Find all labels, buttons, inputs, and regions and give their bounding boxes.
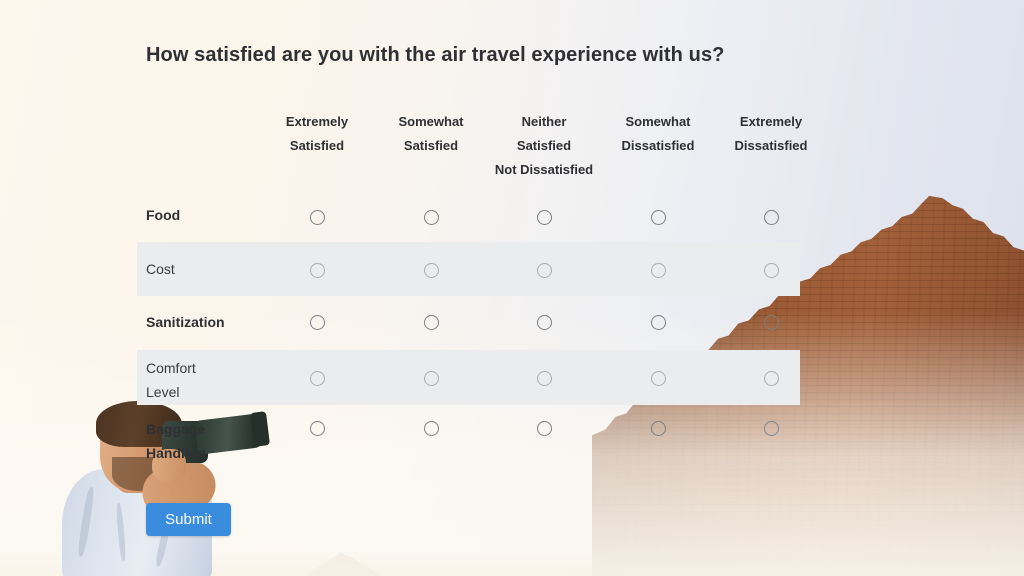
row-label-line: Level: [146, 384, 180, 400]
radio-cost-extremely-satisfied[interactable]: [310, 263, 325, 278]
radio-baggage-handling-somewhat-satisfied[interactable]: [424, 421, 439, 436]
column-header-line: Somewhat: [398, 114, 464, 129]
radio-food-neither[interactable]: [537, 210, 552, 225]
radio-cost-somewhat-dissatisfied[interactable]: [651, 263, 666, 278]
column-header-line: Somewhat: [625, 114, 691, 129]
radio-comfort-level-neither[interactable]: [537, 371, 552, 386]
row-label-food: Food: [146, 203, 296, 227]
column-header-line: Extremely: [285, 114, 349, 129]
column-header-line: Satisfied: [516, 138, 572, 153]
row-label-cost: Cost: [146, 257, 296, 281]
radio-food-somewhat-satisfied[interactable]: [424, 210, 439, 225]
table-row: Baggage Handling: [137, 405, 800, 467]
column-header-line: Dissatisfied: [621, 138, 695, 153]
radio-sanitization-extremely-satisfied[interactable]: [310, 315, 325, 330]
table-row: Cost: [137, 242, 800, 296]
column-header-line: Not Dissatisfied: [494, 162, 594, 177]
row-label-comfort-level: Comfort Level: [146, 356, 296, 404]
radio-baggage-handling-extremely-dissatisfied[interactable]: [764, 421, 779, 436]
radio-cost-extremely-dissatisfied[interactable]: [764, 263, 779, 278]
table-row: Sanitization: [137, 296, 800, 350]
row-label-baggage-handling: Baggage Handling: [146, 417, 296, 465]
column-header-somewhat-satisfied: Somewhat Satisfied: [369, 110, 493, 158]
column-header-somewhat-dissatisfied: Somewhat Dissatisfied: [596, 110, 720, 158]
column-header-extremely-satisfied: Extremely Satisfied: [255, 110, 379, 158]
row-label-line: Baggage: [146, 421, 206, 437]
radio-comfort-level-somewhat-satisfied[interactable]: [424, 371, 439, 386]
radio-comfort-level-somewhat-dissatisfied[interactable]: [651, 371, 666, 386]
row-label-sanitization: Sanitization: [146, 310, 296, 334]
radio-food-extremely-satisfied[interactable]: [310, 210, 325, 225]
radio-baggage-handling-somewhat-dissatisfied[interactable]: [651, 421, 666, 436]
radio-sanitization-extremely-dissatisfied[interactable]: [764, 315, 779, 330]
radio-sanitization-somewhat-dissatisfied[interactable]: [651, 315, 666, 330]
column-header-line: Neither: [521, 114, 567, 129]
column-header-line: Satisfied: [289, 138, 345, 153]
page-title: How satisfied are you with the air trave…: [146, 44, 725, 66]
submit-button[interactable]: Submit: [146, 503, 231, 536]
survey-form: How satisfied are you with the air trave…: [0, 0, 1024, 576]
row-label-line: Sanitization: [146, 314, 225, 330]
row-label-line: Comfort: [146, 360, 196, 376]
column-header-neither: Neither Satisfied Not Dissatisfied: [482, 110, 606, 182]
rating-matrix: Extremely Satisfied Somewhat Satisfied N…: [137, 110, 808, 467]
survey-screen: How satisfied are you with the air trave…: [0, 0, 1024, 576]
radio-comfort-level-extremely-dissatisfied[interactable]: [764, 371, 779, 386]
radio-cost-neither[interactable]: [537, 263, 552, 278]
radio-sanitization-somewhat-satisfied[interactable]: [424, 315, 439, 330]
table-row: Food: [137, 190, 800, 242]
column-header-line: Dissatisfied: [734, 138, 808, 153]
table-row: Comfort Level: [137, 350, 800, 405]
column-header-line: Satisfied: [403, 138, 459, 153]
radio-cost-somewhat-satisfied[interactable]: [424, 263, 439, 278]
radio-sanitization-neither[interactable]: [537, 315, 552, 330]
radio-food-somewhat-dissatisfied[interactable]: [651, 210, 666, 225]
radio-baggage-handling-extremely-satisfied[interactable]: [310, 421, 325, 436]
column-header-line: Extremely: [739, 114, 803, 129]
radio-baggage-handling-neither[interactable]: [537, 421, 552, 436]
radio-comfort-level-extremely-satisfied[interactable]: [310, 371, 325, 386]
row-label-line: Food: [146, 207, 181, 223]
row-label-line: Cost: [146, 261, 175, 277]
column-header-extremely-dissatisfied: Extremely Dissatisfied: [709, 110, 833, 158]
radio-food-extremely-dissatisfied[interactable]: [764, 210, 779, 225]
row-label-line: Handling: [146, 445, 206, 461]
matrix-header-row: Extremely Satisfied Somewhat Satisfied N…: [137, 110, 808, 190]
